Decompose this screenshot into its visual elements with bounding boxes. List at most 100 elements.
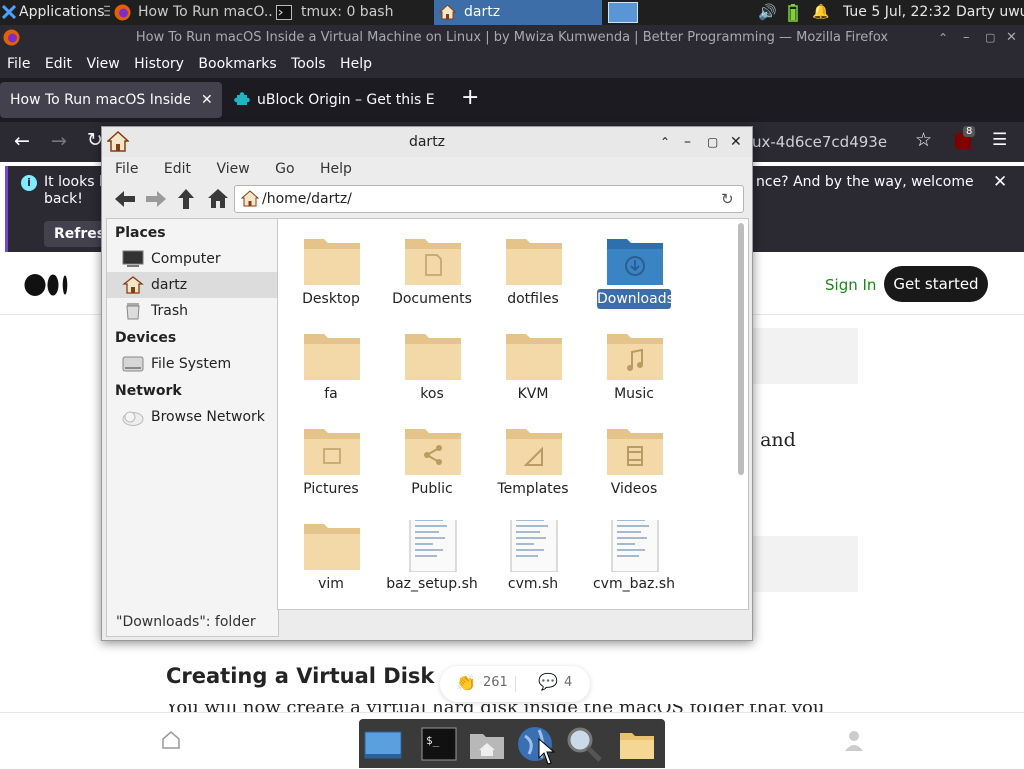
file-item-music[interactable]: Music [584, 320, 684, 415]
menu-bookmarks[interactable]: Bookmarks [198, 56, 276, 72]
user-avatar-icon[interactable] [843, 729, 865, 751]
top-panel: Applications ☰ How To Run macO... tmux: … [0, 0, 1024, 25]
menu-separator-icon: ☰ [103, 4, 110, 20]
sidebar-item-label: Trash [151, 303, 188, 319]
folder-launcher-icon[interactable] [617, 724, 657, 764]
notification-bell-icon[interactable]: 🔔 [812, 0, 829, 25]
window-maximize-button[interactable]: ▢ [985, 25, 995, 51]
window-maximize-button[interactable]: ▢ [707, 127, 718, 157]
folder-icon [304, 239, 360, 285]
file-item-desktop[interactable]: Desktop [281, 225, 381, 320]
folder-icon [304, 334, 360, 380]
window-close-button[interactable]: ✕ [730, 127, 742, 157]
window-shade-button[interactable]: ⌃ [938, 25, 948, 51]
code-block-placeholder [740, 536, 858, 592]
medium-logo-icon[interactable] [24, 273, 70, 297]
file-item-kvm[interactable]: KVM [483, 320, 583, 415]
sidebar-item-browse-network[interactable]: Browse Network [107, 404, 278, 430]
show-desktop-icon[interactable] [363, 724, 403, 764]
file-item-videos[interactable]: Videos [584, 415, 684, 510]
file-item-documents[interactable]: Documents [382, 225, 482, 320]
menu-tools[interactable]: Tools [291, 56, 326, 72]
notice-close-icon[interactable]: ✕ [993, 172, 1007, 192]
sidebar-item-trash[interactable]: Trash [107, 298, 278, 324]
up-arrow-icon[interactable] [177, 188, 195, 210]
location-bar[interactable]: /home/dartz/ ↻ [234, 185, 744, 213]
file-manager-titlebar[interactable]: dartz ⌃ – ▢ ✕ [102, 127, 752, 157]
hamburger-menu-icon[interactable]: ☰ [992, 130, 1007, 150]
workspace-1[interactable] [608, 2, 638, 23]
tab-label: uBlock Origin – Get this E [257, 92, 435, 108]
clap-icon[interactable]: 👏 [456, 673, 476, 692]
response-bubble-icon[interactable]: 💬 [538, 672, 558, 691]
menu-edit[interactable]: Edit [45, 56, 72, 72]
fm-menu-file[interactable]: File [115, 161, 138, 177]
bookmark-star-icon[interactable]: ☆ [915, 129, 932, 151]
workspace-switcher[interactable] [606, 0, 640, 25]
menu-help[interactable]: Help [340, 56, 372, 72]
back-arrow-icon[interactable] [114, 190, 136, 208]
shell-script-file-icon [611, 520, 659, 572]
response-count: 4 [564, 675, 573, 690]
applications-menu-button[interactable]: Applications ☰ [0, 0, 110, 25]
fm-menu-help[interactable]: Help [320, 161, 352, 177]
window-minimize-button[interactable]: – [963, 25, 970, 51]
taskbar-tmux-button[interactable]: tmux: 0 bash [272, 0, 432, 25]
terminal-launcher-icon[interactable]: $_ [419, 724, 459, 764]
sidebar-item-dartz[interactable]: dartz [107, 272, 278, 298]
fm-menu-go[interactable]: Go [275, 161, 294, 177]
menu-view[interactable]: View [86, 56, 119, 72]
battery-icon[interactable] [788, 4, 798, 22]
file-item-templates[interactable]: Templates [483, 415, 583, 510]
tab-medium-article[interactable]: How To Run macOS Inside a ✕ [0, 82, 222, 118]
file-item-kos[interactable]: kos [382, 320, 482, 415]
status-bar: "Downloads": folder [106, 610, 746, 634]
menu-file[interactable]: File [7, 56, 30, 72]
url-fragment[interactable]: ux-4d6ce7cd493e [752, 133, 887, 151]
folder-icon [304, 524, 360, 570]
home-outline-icon[interactable] [161, 730, 181, 750]
volume-icon[interactable]: 🔊 [758, 0, 777, 25]
applications-label: Applications [19, 4, 105, 20]
firefox-tabstrip: How To Run macOS Inside a ✕ uBlock Origi… [0, 78, 1024, 122]
file-item-downloads[interactable]: Downloads [584, 225, 684, 320]
sign-in-link[interactable]: Sign In [825, 276, 876, 294]
file-item-cvm-baz-sh[interactable]: cvm_baz.sh [584, 510, 684, 605]
folder-icon [506, 334, 562, 380]
taskbar-firefox-button[interactable]: How To Run macO... [110, 0, 272, 25]
fm-menu-view[interactable]: View [216, 161, 249, 177]
firefox-window-title: How To Run macOS Inside a Virtual Machin… [135, 30, 889, 45]
window-shade-button[interactable]: ⌃ [660, 127, 670, 157]
user-menu[interactable]: Darty uwu [956, 0, 1024, 25]
clock[interactable]: Tue 5 Jul, 22:32 [843, 0, 951, 25]
file-item-fa[interactable]: fa [281, 320, 381, 415]
forward-arrow-icon[interactable] [145, 190, 167, 208]
file-item-baz-setup-sh[interactable]: baz_setup.sh [382, 510, 482, 605]
xfce-logo-icon [2, 5, 16, 19]
vertical-scrollbar[interactable] [738, 223, 744, 475]
reload-icon[interactable]: ↻ [721, 186, 734, 212]
tab-ublock-origin[interactable]: uBlock Origin – Get this E [226, 82, 456, 118]
home-folder-launcher-icon[interactable] [467, 724, 507, 764]
file-item-public[interactable]: Public [382, 415, 482, 510]
fm-menu-edit[interactable]: Edit [164, 161, 191, 177]
window-minimize-button[interactable]: – [684, 127, 691, 157]
sidebar-item-filesystem[interactable]: File System [107, 351, 278, 377]
file-item-pictures[interactable]: Pictures [281, 415, 381, 510]
sidebar-item-computer[interactable]: Computer [107, 246, 278, 272]
menu-history[interactable]: History [134, 56, 184, 72]
file-item-dotfiles[interactable]: dotfiles [483, 225, 583, 320]
forward-arrow-icon[interactable]: → [51, 130, 67, 152]
home-icon[interactable] [207, 188, 229, 209]
window-close-button[interactable]: ✕ [1006, 25, 1017, 51]
get-started-button[interactable]: Get started [884, 266, 988, 302]
computer-icon [122, 250, 144, 267]
app-finder-launcher-icon[interactable] [564, 724, 604, 764]
taskbar-dartz-button[interactable]: dartz [434, 0, 602, 25]
file-item-vim[interactable]: vim [281, 510, 381, 605]
tab-close-icon[interactable]: ✕ [201, 82, 213, 118]
new-tab-button[interactable]: + [461, 85, 479, 110]
back-arrow-icon[interactable]: ← [14, 130, 30, 152]
ublock-puzzle-icon [234, 92, 250, 105]
file-item-cvm-sh[interactable]: cvm.sh [483, 510, 583, 605]
